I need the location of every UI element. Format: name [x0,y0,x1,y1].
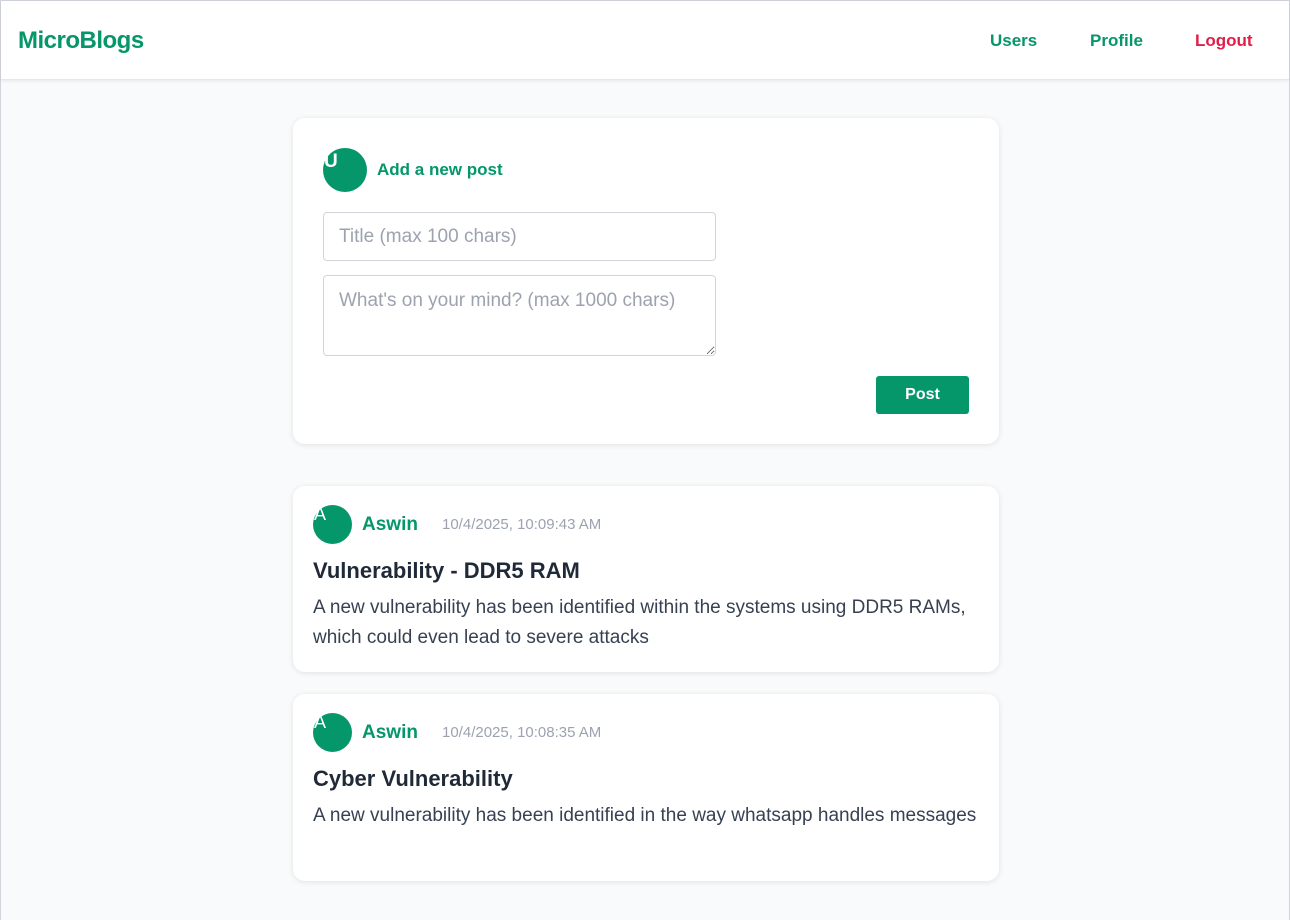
post-title: Cyber Vulnerability [313,766,513,791]
nav-users-link[interactable]: Users [990,31,1037,51]
post-author-link[interactable]: Aswin [362,514,418,536]
avatar-initial: A [314,504,327,524]
post-author-link[interactable]: Aswin [362,722,418,744]
post-button[interactable]: Post [876,376,969,414]
post-body: A new vulnerability has been identified … [313,805,977,826]
avatar: U [323,148,367,192]
navbar: MicroBlogs Users Profile Logout [1,1,1289,80]
new-post-card: U Add a new post Post [293,118,999,444]
app-window: MicroBlogs Users Profile Logout U Add a … [0,0,1290,920]
post-timestamp: 10/4/2025, 10:08:35 AM [442,724,602,741]
brand-logo[interactable]: MicroBlogs [18,27,144,55]
nav-profile-link[interactable]: Profile [1090,31,1143,51]
avatar-initial: U [324,151,338,172]
post-body: A new vulnerability has been identified … [313,597,966,648]
composer-heading: Add a new post [377,160,503,179]
post-title-input[interactable] [323,212,716,261]
avatar: A [313,504,352,544]
post-body-textarea[interactable] [323,275,716,356]
post-card: A Aswin 10/4/2025, 10:08:35 AM Cyber Vul… [293,694,999,881]
nav-logout-link[interactable]: Logout [1195,31,1253,51]
post-timestamp: 10/4/2025, 10:09:43 AM [442,516,602,533]
avatar: A [313,712,352,752]
post-title: Vulnerability - DDR5 RAM [313,558,580,583]
post-card: A Aswin 10/4/2025, 10:09:43 AM Vulnerabi… [293,486,999,672]
avatar-initial: A [314,712,327,732]
